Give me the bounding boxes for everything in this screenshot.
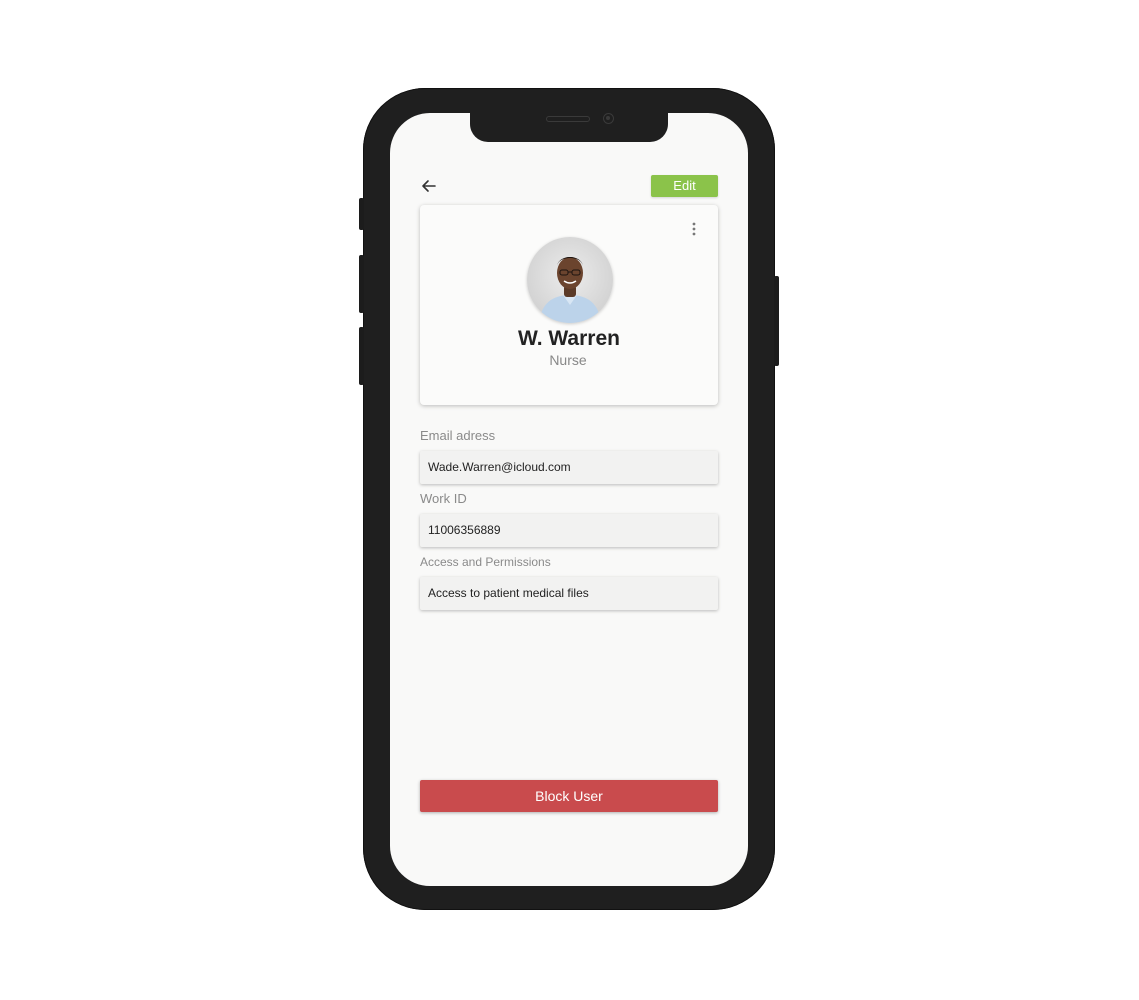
edit-button[interactable]: Edit	[651, 175, 718, 197]
speaker-grille	[546, 116, 590, 122]
work-id-field[interactable]: 11006356889	[420, 514, 718, 547]
person-portrait-icon	[539, 257, 601, 323]
silent-switch	[359, 198, 364, 230]
email-label: Email adress	[420, 428, 496, 443]
access-label: Access and Permissions	[420, 555, 551, 569]
more-options-button[interactable]	[688, 221, 700, 237]
user-role: Nurse	[549, 352, 587, 368]
back-button[interactable]	[418, 175, 440, 197]
block-user-button[interactable]: Block User	[420, 780, 718, 812]
more-vertical-icon	[692, 222, 696, 236]
volume-down-button	[359, 327, 364, 385]
front-camera	[603, 113, 614, 124]
arrow-left-icon	[422, 180, 436, 192]
user-name: W. Warren	[518, 327, 620, 350]
volume-up-button	[359, 255, 364, 313]
work-id-label: Work ID	[420, 491, 467, 506]
email-field[interactable]: Wade.Warren@icloud.com	[420, 451, 718, 484]
access-field[interactable]: Access to patient medical files	[420, 577, 718, 610]
avatar	[527, 237, 613, 323]
power-button	[774, 276, 779, 366]
